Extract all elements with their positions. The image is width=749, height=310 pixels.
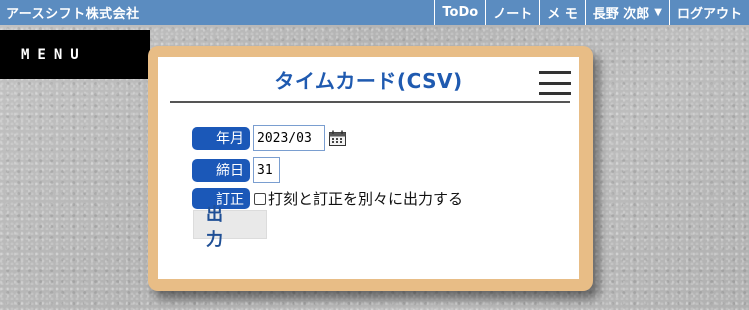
nav-user-dropdown[interactable]: 長野 次郎 ▼: [584, 0, 669, 25]
correction-checkbox-label: 打刻と訂正を別々に出力する: [268, 190, 464, 208]
year-month-input[interactable]: 2023/03: [253, 125, 325, 151]
nav-note-label: ノート: [493, 7, 533, 22]
timecard-panel: タイムカード(CSV) 年月 2023/03 締日 31 訂正 打刻と訂正を別々…: [158, 57, 579, 279]
user-name: 長野 次郎: [592, 7, 650, 22]
menu-label: MENU: [21, 46, 87, 63]
closing-day-input[interactable]: 31: [253, 157, 280, 183]
year-month-row: 年月 2023/03: [192, 125, 346, 151]
top-bar: アースシフト株式会社 ToDo ノート メ モ 長野 次郎 ▼ ログアウト: [0, 0, 749, 25]
company-name: アースシフト株式会社: [6, 7, 140, 22]
year-month-label: 年月: [192, 126, 250, 150]
closing-day-row: 締日 31: [192, 157, 280, 183]
closing-day-label: 締日: [192, 158, 250, 182]
hamburger-menu-icon[interactable]: [539, 71, 571, 95]
card-frame: タイムカード(CSV) 年月 2023/03 締日 31 訂正 打刻と訂正を別々…: [148, 46, 593, 291]
nav-memo-label: メ モ: [547, 7, 578, 22]
nav-todo[interactable]: ToDo: [434, 0, 485, 25]
nav-todo-label: ToDo: [442, 5, 479, 20]
page-title: タイムカード(CSV): [274, 69, 463, 93]
output-button[interactable]: 出 力: [193, 205, 267, 250]
menu-button[interactable]: MENU: [0, 30, 150, 79]
title-divider: [170, 101, 570, 103]
nav-logout[interactable]: ログアウト: [668, 0, 749, 25]
nav-note[interactable]: ノート: [485, 0, 539, 25]
caret-down-icon: ▼: [654, 7, 662, 18]
nav-logout-label: ログアウト: [676, 7, 742, 22]
calendar-icon[interactable]: [329, 130, 346, 146]
top-nav: ToDo ノート メ モ 長野 次郎 ▼ ログアウト: [434, 0, 749, 25]
nav-memo[interactable]: メ モ: [539, 0, 585, 25]
